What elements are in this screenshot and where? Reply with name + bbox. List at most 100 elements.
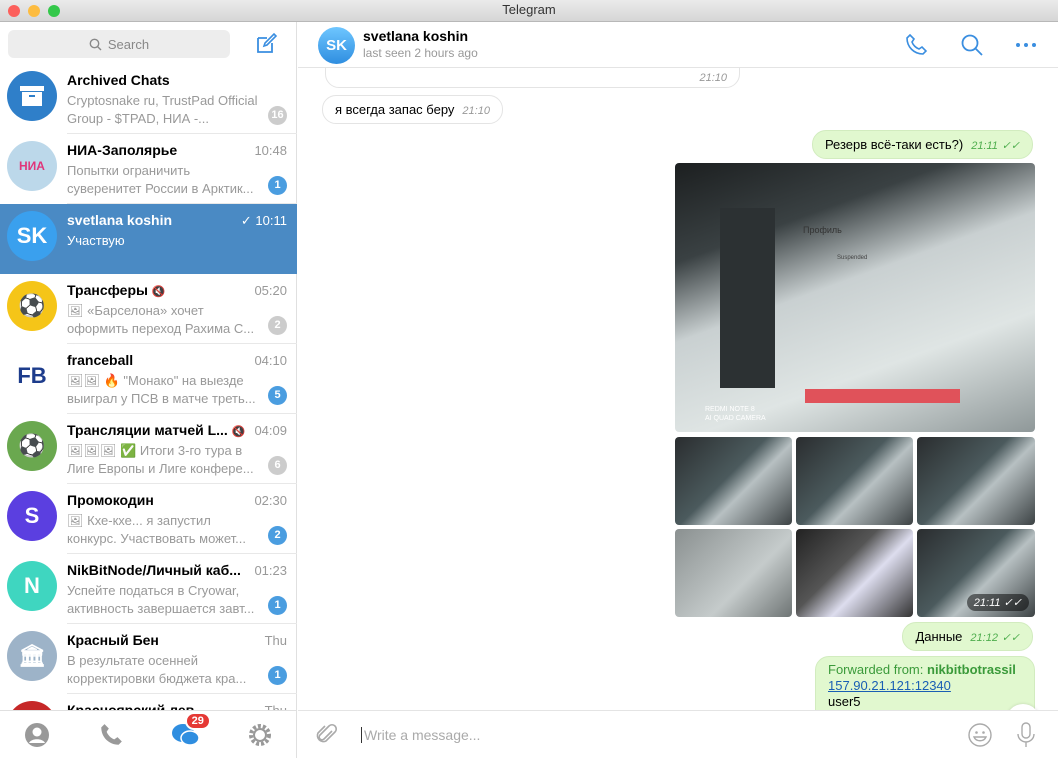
chat-list-item[interactable]: Красноярский лев Thu xyxy=(0,694,297,710)
photo[interactable] xyxy=(675,529,792,617)
call-icon[interactable] xyxy=(904,33,928,57)
chat-name: NikBitNode/Личный каб... xyxy=(67,562,252,578)
unread-badge: 29 xyxy=(184,711,211,730)
chat-preview: 🖼🖼 🔥 "Монако" на выезде выиграл у ПСВ в … xyxy=(67,373,256,406)
avatar: SK xyxy=(7,211,57,261)
chat-time-text: 04:10 xyxy=(254,353,287,368)
photo[interactable] xyxy=(917,437,1035,525)
chat-time: 02:30 xyxy=(254,493,287,508)
message-list: 21:10 я всегда запас беру 21:10 Резерв вс… xyxy=(298,68,1058,710)
chat-panel: SK svetlana koshin last seen 2 hours ago… xyxy=(298,22,1058,758)
unread-badge: 1 xyxy=(268,176,287,195)
composer: Write a message... xyxy=(298,710,1058,758)
chat-name: Трансферы 🔇 xyxy=(67,282,252,298)
message-link[interactable]: 157.90.21.121:12340 xyxy=(828,678,1022,694)
chat-list-item[interactable]: 🏛 Красный Бен Thu В результате осенней корр… xyxy=(0,624,297,694)
chat-time: 04:09 xyxy=(254,423,287,438)
avatar-label: 🏛 xyxy=(18,643,46,668)
settings-tab[interactable] xyxy=(245,720,275,750)
chat-list-item[interactable]: НИА НИА-Заполярье 10:48 Попытки ограничить … xyxy=(0,134,297,204)
chat-list-item[interactable]: ⚽ Трансляции матчей L... 🔇 04:09 🖼🖼🖼 ✅ Итог… xyxy=(0,414,297,484)
chat-status: last seen 2 hours ago xyxy=(363,46,478,60)
chat-name: Красноярский лев xyxy=(67,702,252,710)
search-input[interactable]: Search xyxy=(8,30,230,58)
avatar[interactable]: SK xyxy=(318,27,355,64)
avatar: ⚽ xyxy=(7,281,57,331)
unread-badge: 1 xyxy=(268,596,287,615)
message-outgoing: Резерв всё-таки есть?) 21:11 ✓✓ xyxy=(811,130,1033,159)
muted-icon: 🔇 xyxy=(231,426,246,438)
emoji-icon[interactable] xyxy=(968,723,992,747)
chat-name-text: NikBitNode/Личный каб... xyxy=(67,562,241,578)
chat-name: Трансляции матчей L... 🔇 xyxy=(67,422,252,438)
archive-icon xyxy=(7,71,57,121)
compose-icon[interactable] xyxy=(254,32,278,56)
chat-list-item[interactable]: ⚽ Трансферы 🔇 05:20 🖼 «Барселона» хочет офо… xyxy=(0,274,297,344)
window-title: Telegram xyxy=(502,2,556,17)
avatar xyxy=(7,701,57,710)
unread-badge: 1 xyxy=(268,666,287,685)
photo[interactable] xyxy=(796,529,913,617)
avatar: 🏛 xyxy=(7,631,57,681)
chat-name-text: svetlana koshin xyxy=(67,212,173,228)
chat-list: Archived Chats Cryptosnake ru, TrustPad O… xyxy=(0,64,297,710)
forwarded-from-link[interactable]: nikbitbotrassil xyxy=(927,662,1016,677)
photo[interactable]: Профиль Suspended REDMI NOTE 8 AI QUAD CA… xyxy=(675,163,1035,432)
chat-time-text: 01:23 xyxy=(254,563,287,578)
chat-preview: 🖼 «Барселона» хочет оформить переход Рах… xyxy=(67,303,255,336)
muted-icon: 🔇 xyxy=(151,286,166,298)
more-icon[interactable] xyxy=(1014,33,1038,57)
photo[interactable] xyxy=(796,437,913,525)
message-input[interactable]: Write a message... xyxy=(361,727,480,743)
chat-list-item[interactable]: FB franceball 04:10 🖼🖼 🔥 "Монако" на выезде… xyxy=(0,344,297,414)
chat-time: Thu xyxy=(265,703,287,710)
avatar: ⚽ xyxy=(7,421,57,471)
chat-name-text: franceball xyxy=(67,352,134,368)
avatar-label: N xyxy=(24,573,40,598)
message-text: user5 xyxy=(828,694,861,709)
watermark-line: REDMI NOTE 8 xyxy=(705,406,755,413)
search-icon[interactable] xyxy=(960,33,984,57)
double-check-icon: ✓✓ xyxy=(1001,140,1020,152)
avatar: НИА xyxy=(7,141,57,191)
chat-name: Промокодин xyxy=(67,492,252,508)
chat-list-item[interactable]: S Промокодин 02:30 🖼 Кхе-кхе... я запустил … xyxy=(0,484,297,554)
avatar: S xyxy=(7,491,57,541)
chat-name-text: Archived Chats xyxy=(67,72,170,88)
watermark-line: AI QUAD CAMERA xyxy=(705,415,766,422)
zoom-window-button[interactable] xyxy=(48,5,60,17)
chat-title[interactable]: svetlana koshin xyxy=(363,28,468,44)
message-incoming: 21:10 xyxy=(325,68,740,88)
chat-preview: Cryptosnake ru, TrustPad Official Group … xyxy=(67,93,258,126)
contacts-tab[interactable] xyxy=(22,720,52,750)
chat-list-item[interactable]: SK svetlana koshin ✓ 10:11 Участвую xyxy=(0,204,297,274)
photo[interactable]: 21:11 ✓✓ xyxy=(917,529,1035,617)
microphone-icon[interactable] xyxy=(1016,722,1036,748)
photo[interactable] xyxy=(675,437,792,525)
calls-icon xyxy=(101,723,123,745)
calls-tab[interactable] xyxy=(96,720,126,750)
chat-list-item[interactable]: Archived Chats Cryptosnake ru, TrustPad O… xyxy=(0,64,297,134)
chat-name: НИА-Заполярье xyxy=(67,142,252,158)
message-outgoing: Данные 21:12 ✓✓ xyxy=(902,622,1033,651)
attach-icon[interactable] xyxy=(316,723,338,747)
chat-header: SK svetlana koshin last seen 2 hours ago xyxy=(298,22,1058,68)
double-check-icon: ✓✓ xyxy=(1001,632,1020,644)
chat-time-text: Thu xyxy=(265,703,287,710)
avatar-label: ⚽ xyxy=(18,433,46,458)
chat-name-text: Трансферы xyxy=(67,282,148,298)
avatar-label: ⚽ xyxy=(18,293,46,318)
chat-name-text: Трансляции матчей L... xyxy=(67,422,228,438)
avatar-label: S xyxy=(24,503,40,528)
close-window-button[interactable] xyxy=(8,5,20,17)
chat-list-item[interactable]: N NikBitNode/Личный каб... 01:23 Успейте по… xyxy=(0,554,297,624)
chat-name: Красный Бен xyxy=(67,632,252,648)
minimize-window-button[interactable] xyxy=(28,5,40,17)
chat-name-text: НИА-Заполярье xyxy=(67,142,178,158)
sidebar: Search Archived Chats Cryptosnake ru, Tru… xyxy=(0,22,297,758)
read-check-icon: ✓ xyxy=(240,213,256,228)
chats-tab[interactable]: 29 xyxy=(171,711,211,750)
chat-preview: В результате осенней корректировки бюдже… xyxy=(67,653,247,686)
unread-badge: 2 xyxy=(268,316,287,335)
album-time: 21:11 ✓✓ xyxy=(966,594,1029,611)
